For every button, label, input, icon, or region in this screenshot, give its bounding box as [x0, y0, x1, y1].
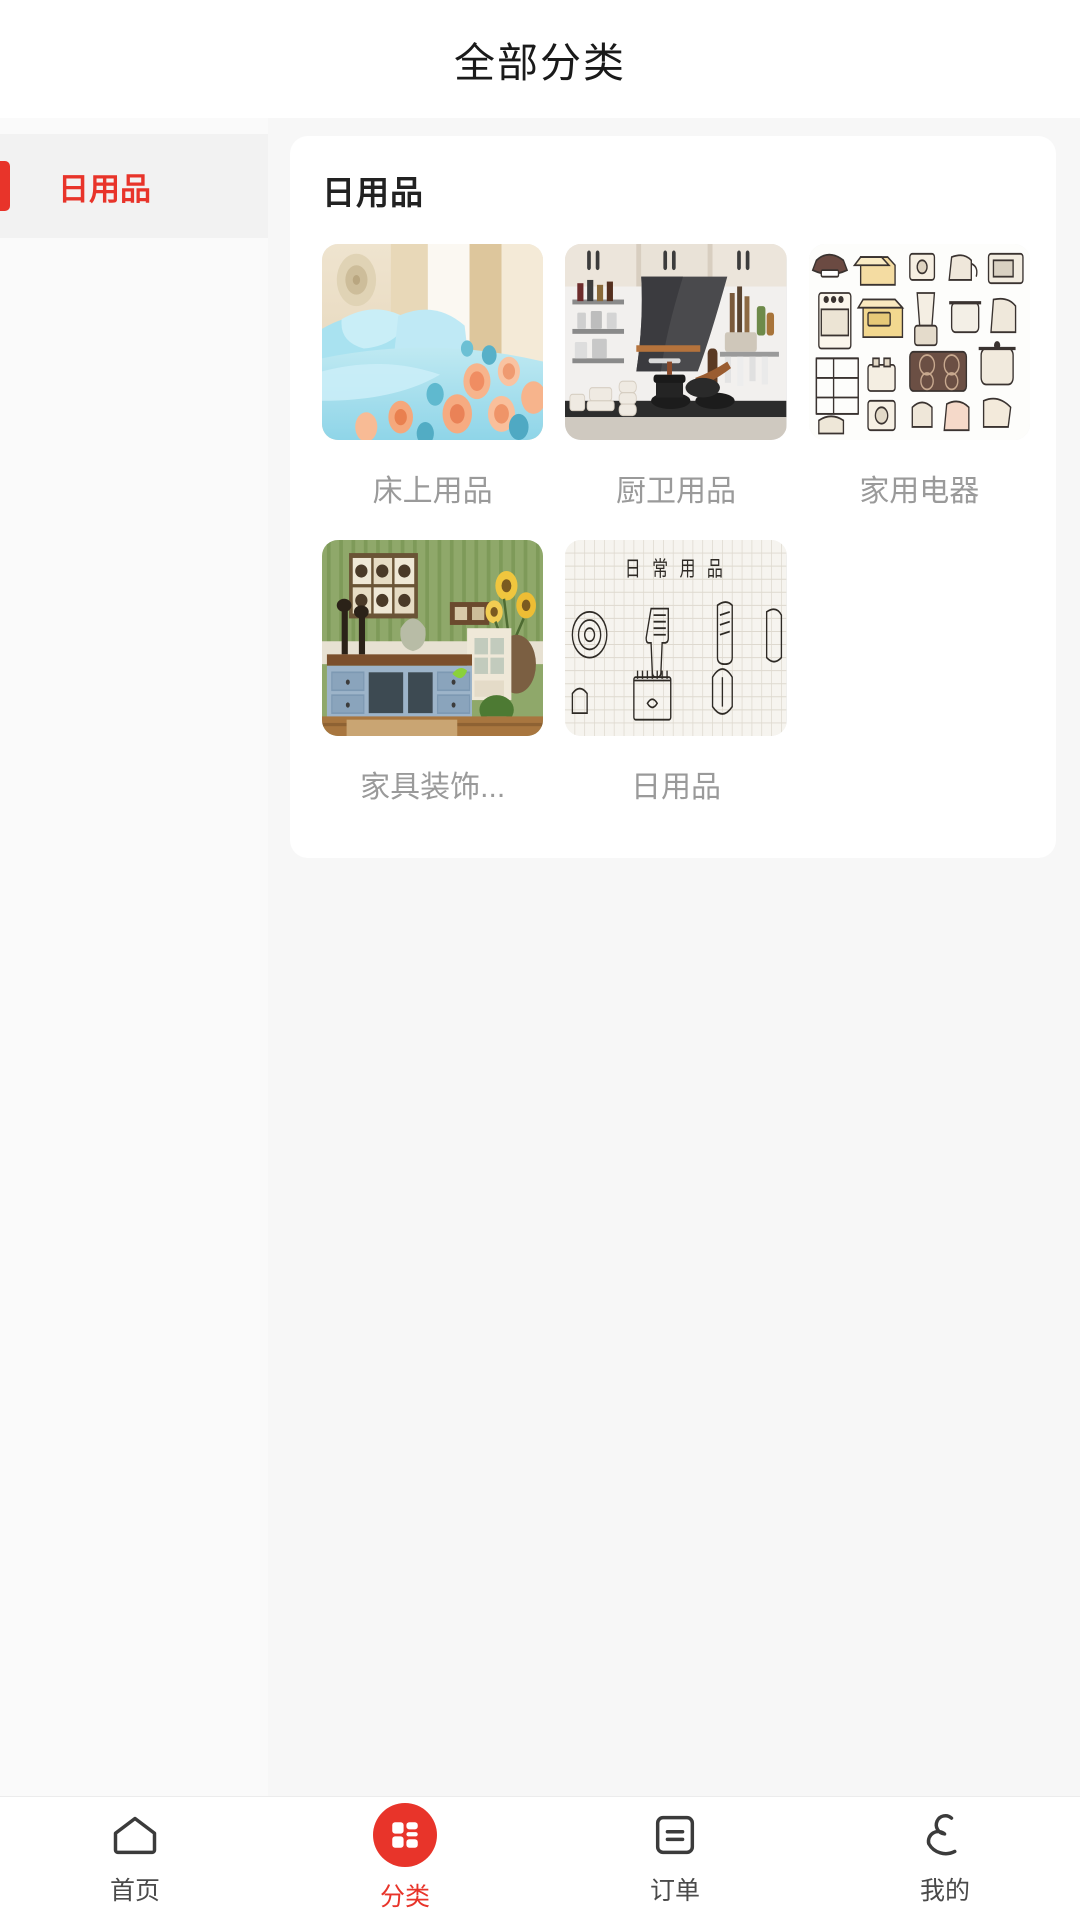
category-card-title: 日用品	[322, 174, 424, 211]
main-body: 日用品 日用品 床上用品 厨卫用品 家用电器 家具装饰... 日 常 用 品 日…	[0, 118, 1080, 1796]
daily-goods-sketch[interactable]: 日 常 用 品	[565, 540, 787, 736]
subcategory-item-bedding[interactable]: 床上用品	[322, 244, 544, 532]
subcategory-grid: 床上用品 厨卫用品 家用电器 家具装饰... 日 常 用 品 日用品	[322, 244, 1030, 828]
app-screen: 全部分类 日用品 日用品 床上用品 厨卫用品 家用电器 家具装饰... 日 常 …	[0, 0, 1080, 1920]
header-bar: 全部分类	[0, 0, 1080, 118]
subcategory-label: 家具装饰...	[360, 771, 506, 804]
profile-icon	[919, 1809, 971, 1861]
tab-category[interactable]: 分类	[270, 1803, 540, 1913]
sidebar-item-daily-goods[interactable]: 日用品	[0, 134, 268, 238]
furniture-photo[interactable]	[322, 540, 544, 736]
subcategory-item-kitchen[interactable]: 厨卫用品	[565, 244, 787, 532]
subcategory-label: 厨卫用品	[615, 475, 736, 508]
subcategory-label: 日用品	[630, 771, 721, 804]
category-sidebar[interactable]: 日用品	[0, 118, 268, 1796]
tab-label: 分类	[379, 1883, 430, 1911]
sidebar-item-label: 日用品	[58, 171, 151, 207]
page-title: 全部分类	[454, 40, 626, 86]
category-content: 日用品 床上用品 厨卫用品 家用电器 家具装饰... 日 常 用 品 日用品	[268, 118, 1080, 1796]
svg-text:日 常 用 品: 日 常 用 品	[625, 557, 727, 582]
tab-label: 订单	[649, 1877, 700, 1905]
tab-label: 首页	[109, 1877, 160, 1905]
subcategory-item-furniture[interactable]: 家具装饰...	[322, 540, 544, 828]
tab-profile[interactable]: 我的	[810, 1809, 1080, 1907]
tab-label: 我的	[919, 1877, 970, 1905]
kitchen-photo[interactable]	[565, 244, 787, 440]
subcategory-label: 床上用品	[372, 475, 493, 508]
tab-order[interactable]: 订单	[540, 1809, 810, 1907]
tab-home[interactable]: 首页	[0, 1809, 270, 1907]
subcategory-item-daily-goods[interactable]: 日 常 用 品 日用品	[565, 540, 787, 828]
order-icon	[649, 1809, 701, 1861]
home-icon	[109, 1809, 161, 1861]
subcategory-item-appliances[interactable]: 家用电器	[808, 244, 1030, 532]
bedding-photo[interactable]	[322, 244, 544, 440]
appliances-illustration[interactable]	[808, 244, 1030, 440]
bottom-tab-bar: 首页 分类 订单 我的	[0, 1796, 1080, 1920]
grid-icon	[373, 1803, 437, 1867]
subcategory-label: 家用电器	[859, 475, 980, 508]
category-card: 日用品 床上用品 厨卫用品 家用电器 家具装饰... 日 常 用 品 日用品	[290, 136, 1056, 858]
